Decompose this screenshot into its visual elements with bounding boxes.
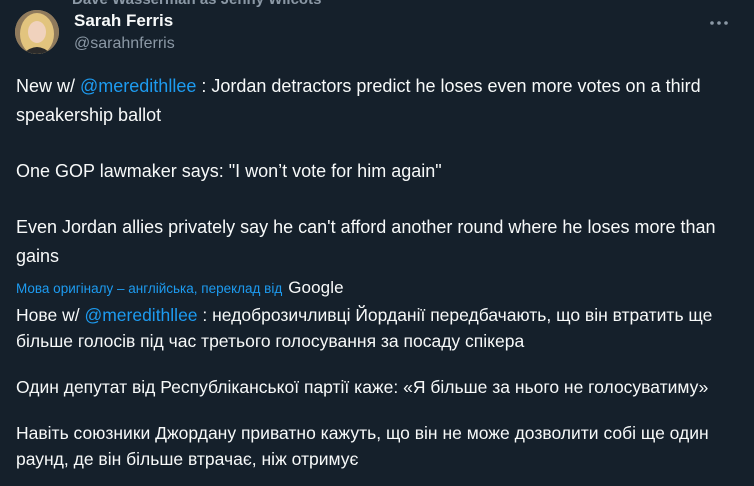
tweet-content: New w/ @meredithllee : Jordan detractors… [16, 72, 741, 472]
tweet-paragraph-2: One GOP lawmaker says: "I won’t vote for… [16, 161, 442, 181]
author-block[interactable]: Sarah Ferris @sarahnferris [74, 10, 175, 55]
google-logo: Google [288, 278, 344, 297]
tweet-paragraph-1-prefix: New w/ [16, 76, 81, 96]
avatar[interactable] [15, 10, 59, 54]
previous-post-cut-text: Dave Wasserman as Jenny Wilcots [72, 0, 321, 8]
translated-mention-link[interactable]: @meredithllee [84, 305, 197, 325]
translation-attribution-text[interactable]: Мова оригіналу – англійська, переклад ві… [16, 281, 282, 296]
author-name[interactable]: Sarah Ferris [74, 10, 175, 32]
mention-link[interactable]: @meredithllee [80, 76, 196, 96]
translated-paragraph-1-prefix: Нове w/ [16, 305, 85, 325]
translated-paragraph-2: Один депутат від Республіканської партії… [16, 377, 709, 397]
tweet-paragraph-3: Even Jordan allies privately say he can'… [16, 217, 716, 266]
tweet-text: New w/ @meredithllee : Jordan detractors… [16, 72, 741, 271]
translation-attribution[interactable]: Мова оригіналу – англійська, переклад ві… [16, 277, 741, 299]
translated-paragraph-1: Нове w/ @meredithllee : недоброзичливці … [16, 302, 741, 354]
translated-paragraph-3: Навіть союзники Джордану приватно кажуть… [16, 423, 709, 469]
translated-text: Нове w/ @meredithllee : недоброзичливці … [16, 302, 741, 472]
more-horizontal-icon [710, 21, 728, 25]
avatar-image [15, 10, 59, 54]
more-options-button[interactable] [708, 13, 730, 33]
author-handle[interactable]: @sarahnferris [74, 33, 175, 55]
tweet-paragraph-1: New w/ @meredithllee : Jordan detractors… [16, 72, 741, 130]
